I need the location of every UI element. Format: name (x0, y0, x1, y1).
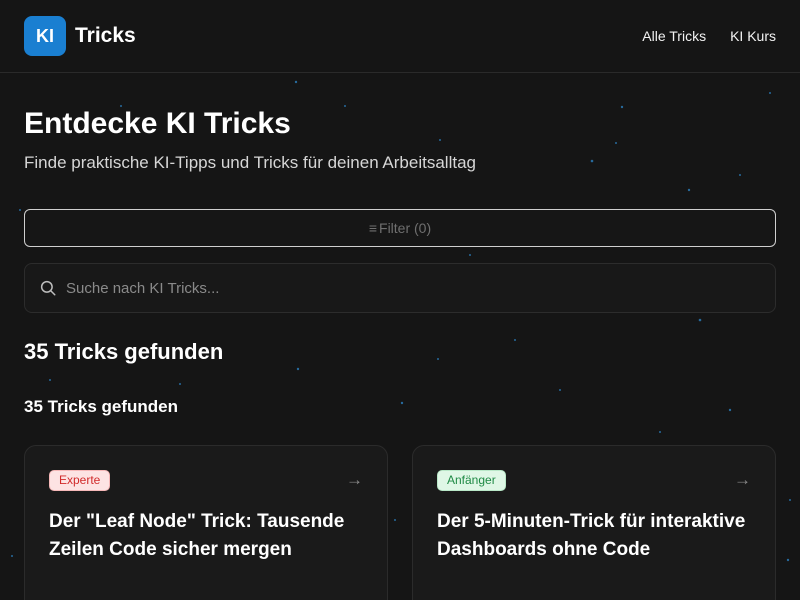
logo-badge[interactable]: KI (24, 16, 66, 56)
menu-icon: ≡ (368, 220, 378, 236)
trick-card[interactable]: Anfänger → Der 5-Minuten-Trick für inter… (412, 445, 776, 600)
search-bar[interactable] (24, 263, 776, 313)
difficulty-badge: Anfänger (437, 470, 506, 491)
main-content: Entdecke KI Tricks Finde praktische KI-T… (24, 73, 776, 600)
page-subtitle: Finde praktische KI-Tipps und Tricks für… (24, 153, 476, 172)
page-title: Entdecke KI Tricks (24, 107, 291, 140)
difficulty-badge: Experte (49, 470, 111, 491)
results-count-heading: 35 Tricks gefunden (24, 339, 224, 364)
trick-card-title[interactable]: Der 5-Minuten-Trick für interaktive Dash… (437, 508, 751, 564)
search-input[interactable] (66, 279, 746, 297)
logo-text[interactable]: Tricks (75, 24, 136, 48)
nav-link-alle-tricks[interactable]: Alle Tricks (642, 28, 706, 44)
nav-link-ki-kurs[interactable]: KI Kurs (730, 28, 776, 44)
main-nav: Alle Tricks KI Kurs (642, 28, 776, 44)
filter-label: Filter (0) (379, 220, 432, 236)
trick-card[interactable]: Experte → Der "Leaf Node" Trick: Tausend… (24, 445, 388, 600)
filter-button[interactable]: ≡ Filter (0) (24, 209, 776, 247)
arrow-right-icon[interactable]: → (346, 470, 363, 490)
search-icon (40, 280, 56, 296)
arrow-right-icon[interactable]: → (734, 470, 751, 490)
trick-card-title[interactable]: Der "Leaf Node" Trick: Tausende Zeilen C… (49, 508, 363, 564)
results-count-subheading: 35 Tricks gefunden (24, 397, 178, 416)
site-header: KI Tricks Alle Tricks KI Kurs (0, 0, 800, 73)
